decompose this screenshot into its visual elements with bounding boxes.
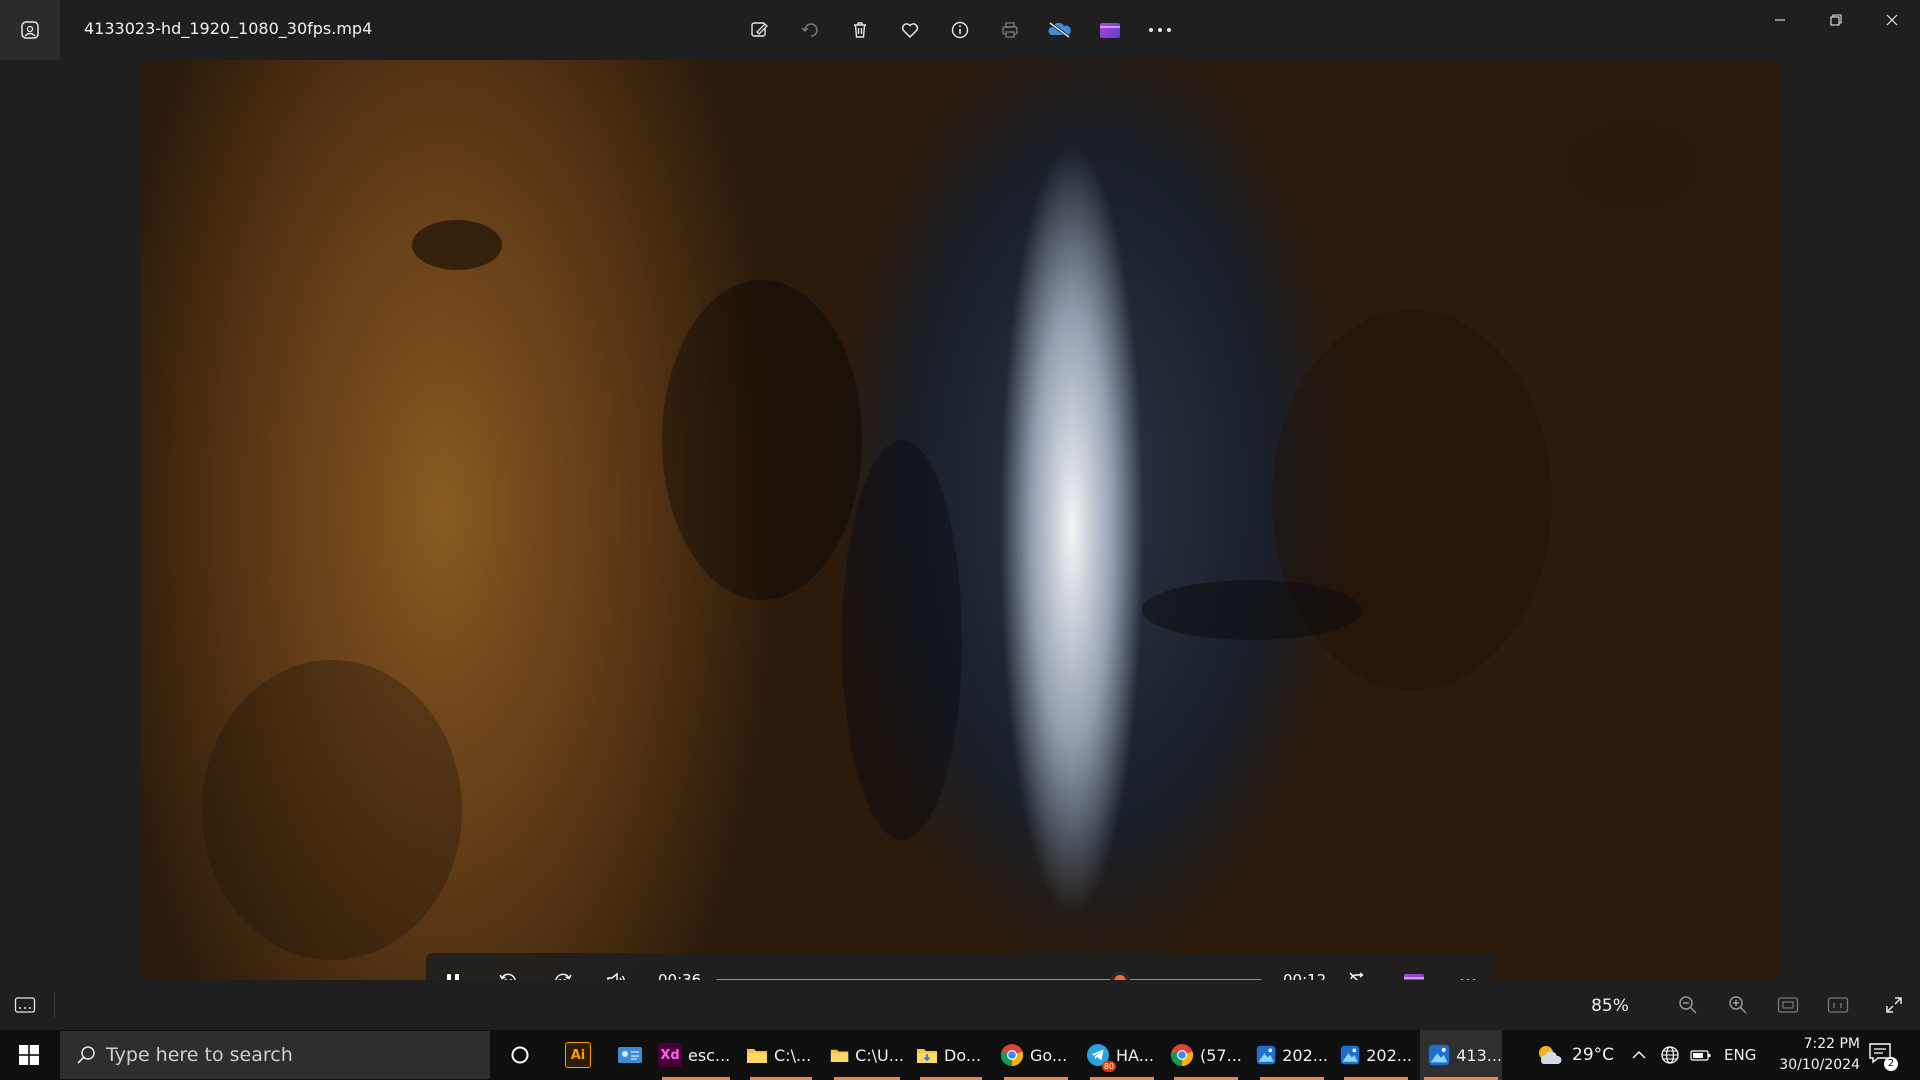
favorite-heart-icon[interactable] (890, 10, 930, 50)
taskbar-app-chrome-1[interactable]: Go... (1000, 1030, 1072, 1080)
taskbar-app-label: HA... (1116, 1045, 1154, 1065)
toolbar (740, 10, 1180, 50)
search-icon (77, 1046, 95, 1064)
actual-size-icon[interactable] (1818, 985, 1858, 1025)
clipchamp-icon[interactable] (1090, 10, 1130, 50)
cortana-button[interactable] (500, 1030, 540, 1080)
illustrator-icon: Ai (565, 1042, 591, 1068)
taskbar-app-explorer-2[interactable]: C:\U... (830, 1030, 904, 1080)
taskbar-app-label: 202... (1366, 1045, 1412, 1065)
chevron-up-icon (1632, 1051, 1646, 1059)
taskbar-app-photos-1[interactable]: 202... (1256, 1030, 1328, 1080)
taskbar-app-label: (57... (1200, 1045, 1242, 1065)
zoom-in-icon[interactable] (1718, 985, 1758, 1025)
weather-cloud-sun-icon (1539, 1046, 1562, 1064)
clock-time: 7:22 PM (1803, 1036, 1860, 1052)
taskbar-app-label: 413... (1456, 1045, 1502, 1065)
folder-icon (830, 1049, 849, 1062)
window-controls (1752, 0, 1920, 40)
xd-icon: Xd (658, 1043, 682, 1067)
folder-download-icon (917, 1049, 937, 1063)
input-language[interactable]: ENG (1724, 1030, 1756, 1080)
system-clock[interactable]: 7:22 PM 30/10/2024 (1770, 1034, 1860, 1076)
zoom-level[interactable]: 85% (1591, 996, 1629, 1016)
onedrive-icon[interactable] (1040, 10, 1080, 50)
taskbar-app-photos-active[interactable]: 413... (1420, 1030, 1502, 1080)
photos-icon (1340, 1045, 1360, 1065)
photos-icon (1428, 1044, 1450, 1066)
search-placeholder: Type here to search (106, 1044, 293, 1066)
telegram-icon: 80 (1086, 1043, 1116, 1072)
delete-icon[interactable] (840, 10, 880, 50)
taskbar-app-label: 202... (1282, 1045, 1328, 1065)
zoom-out-icon[interactable] (1668, 985, 1708, 1025)
notification-icon: 2 (1868, 1042, 1898, 1071)
photos-icon (1256, 1045, 1276, 1065)
photos-app-icon[interactable] (0, 0, 60, 60)
print-icon[interactable] (990, 10, 1030, 50)
taskbar-app-illustrator[interactable]: Ai (558, 1030, 598, 1080)
chrome-icon (1000, 1044, 1024, 1067)
taskbar-app-telegram[interactable]: 80 HA... (1086, 1030, 1158, 1080)
taskbar-app-explorer-1[interactable]: C:\... (746, 1030, 816, 1080)
restore-icon[interactable] (1808, 0, 1864, 40)
edit-image-icon[interactable] (740, 10, 780, 50)
taskbar-app-label: C:\... (774, 1045, 812, 1065)
folder-icon (747, 1049, 767, 1063)
start-button[interactable] (0, 1030, 58, 1080)
contacts-card-icon (618, 1047, 642, 1063)
taskbar-app-label: Go... (1030, 1045, 1068, 1065)
weather-widget[interactable]: 29°C (1534, 1030, 1614, 1080)
show-hidden-icons[interactable] (1632, 1030, 1646, 1080)
notification-center-button[interactable]: 2 (1868, 1030, 1898, 1080)
viewer-stage: 10 30 00:36 00:12 (0, 60, 1920, 1009)
rotate-icon[interactable] (790, 10, 830, 50)
taskbar-app-label: C:\U... (855, 1045, 904, 1065)
status-bar: 85% (0, 980, 1920, 1030)
filmstrip-toggle-icon[interactable] (5, 985, 45, 1025)
close-icon[interactable] (1864, 0, 1920, 40)
taskbar-app-downloads[interactable]: Do... (916, 1030, 986, 1080)
taskbar-app-label: esc... (688, 1045, 731, 1065)
more-icon[interactable] (1140, 10, 1180, 50)
network-icon[interactable] (1660, 1030, 1680, 1080)
notification-count: 2 (1884, 1057, 1898, 1071)
taskbar-app-chrome-2[interactable]: (57... (1170, 1030, 1242, 1080)
info-icon[interactable] (940, 10, 980, 50)
fit-to-window-icon[interactable] (1768, 985, 1808, 1025)
taskbar-app-contacts[interactable] (610, 1030, 650, 1080)
weather-temperature: 29°C (1572, 1045, 1615, 1065)
notification-badge: 80 (1101, 1061, 1116, 1072)
taskbar-app-photos-2[interactable]: 202... (1340, 1030, 1412, 1080)
windows-taskbar: Type here to search Ai Xd esc... C:\... … (0, 1030, 1920, 1080)
video-frame[interactable] (142, 60, 1778, 980)
windows-logo-icon (19, 1045, 39, 1065)
title-bar: 4133023-hd_1920_1080_30fps.mp4 (0, 0, 1920, 60)
taskbar-app-label: Do... (944, 1045, 982, 1065)
chrome-icon (1170, 1044, 1194, 1067)
cortana-icon (511, 1046, 529, 1064)
taskbar-app-xd[interactable]: Xd esc... (658, 1030, 734, 1080)
battery-icon[interactable] (1690, 1030, 1712, 1080)
taskbar-search-box[interactable]: Type here to search (60, 1031, 490, 1079)
fullscreen-icon[interactable] (1874, 985, 1914, 1025)
clock-date: 30/10/2024 (1779, 1057, 1860, 1073)
divider (54, 992, 55, 1018)
file-title: 4133023-hd_1920_1080_30fps.mp4 (84, 19, 373, 38)
minimize-icon[interactable] (1752, 0, 1808, 40)
